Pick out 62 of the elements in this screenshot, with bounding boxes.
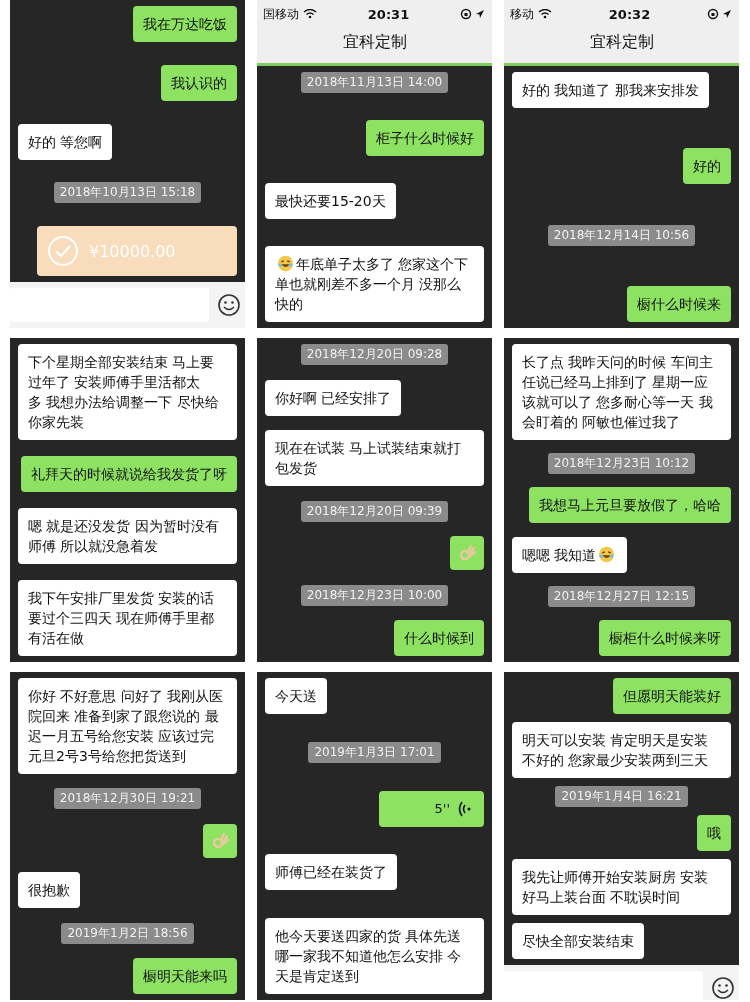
status-time: 20:32 <box>608 6 651 22</box>
message-text: 我认识的 <box>171 74 227 91</box>
timestamp: 2018年12月20日 09:39 <box>300 500 449 522</box>
message-text: 我下午安排厂里发货 安装的话要过个三四天 现在师傅手里都有活在做 <box>28 590 215 646</box>
message-text: 你好 不好意思 问好了 我刚从医院回来 准备到家了跟您说的 最迟一月五号给您安装 应该过完元旦2号3号给您把货送到 <box>28 688 224 764</box>
ok-hand-icon <box>457 543 477 563</box>
timestamp: 2018年12月27日 12:15 <box>547 585 696 607</box>
message-text: 嗯 就是还没发货 因为暂时没有师傅 所以就没急着发 <box>28 518 219 554</box>
timestamp: 2018年10月13日 15:18 <box>53 182 202 204</box>
smiley-icon[interactable] <box>217 293 241 317</box>
timestamp: 2019年1月2日 18:56 <box>61 922 194 944</box>
voice-duration: 5'' <box>434 801 450 816</box>
timestamp: 2018年11月13日 14:00 <box>300 72 449 93</box>
message-text: 现在在试装 马上试装结束就打包发货 <box>275 440 462 476</box>
message-text: 我想马上元旦要放假了，哈哈 <box>539 497 721 514</box>
timestamp: 2019年1月4日 16:21 <box>555 786 688 807</box>
timestamp: 2018年12月30日 19:21 <box>53 788 202 810</box>
message-text: 橱明天能来吗 <box>143 967 227 984</box>
wifi-icon <box>538 9 552 19</box>
message-text: 但愿明天能装好 <box>623 688 721 704</box>
message-text: 他今天要送四家的货 具体先送哪一家我不知道他怎么安排 今天是肯定送到 <box>275 928 462 984</box>
transfer-amount: ¥10000.00 <box>89 241 176 261</box>
status-icons-drawing <box>707 8 733 20</box>
smiley-icon[interactable] <box>711 976 735 1000</box>
message-text: 哦 <box>707 825 721 841</box>
message-text: 我先让师傅开始安装厨房 安装好马上装台面 不耽误时间 <box>522 869 709 905</box>
carrier-name: 国移动 <box>263 5 299 23</box>
status-time: 20:31 <box>367 6 410 22</box>
message-text: 尽快全部安装结束 <box>522 933 634 949</box>
carrier-name: 移动 <box>510 5 534 23</box>
timestamp: 2018年12月14日 10:56 <box>547 224 696 246</box>
status-icons-drawing <box>460 8 486 20</box>
message-text: 好的 <box>693 158 721 175</box>
message-text: 嗯嗯 我知道 <box>522 546 597 563</box>
message-text: 橱柜什么时候来呀 <box>609 629 721 646</box>
message-text: 师傅已经在装货了 <box>275 864 387 881</box>
wifi-icon <box>303 9 317 19</box>
check-circle-icon <box>47 235 79 267</box>
message-text: 什么时候到 <box>404 630 474 646</box>
timestamp: 2019年1月3日 17:01 <box>308 741 441 763</box>
message-text: 很抱歉 <box>28 882 70 899</box>
message-text: 年底单子太多了 您家这个下单也就刚差不多一个月 没那么快的 <box>275 256 469 312</box>
sound-wave-icon <box>458 800 472 817</box>
message-text: 好的 我知道了 那我来安排发 <box>522 82 699 98</box>
message-text: 长了点 我昨天问的时候 车间主任说已经马上排到了 星期一应该就可以了 您多耐心等一天 我会盯着的 阿敏也催过我了 <box>522 354 713 430</box>
message-text: 礼拜天的时候就说给我发货了呀 <box>31 466 227 482</box>
message-text: 我在万达吃饭 <box>143 16 227 32</box>
message-text: 柜子什么时候好 <box>376 130 474 146</box>
message-text: 好的 等您啊 <box>28 133 103 150</box>
timestamp: 2018年12月20日 09:28 <box>300 344 449 365</box>
message-text: 橱什么时候来 <box>637 296 721 312</box>
chat-title: 宜科定制 <box>504 24 739 66</box>
voice-message[interactable]: 5'' <box>379 790 484 827</box>
message-text: 明天可以安装 肯定明天是安装不好的 您家最少安装两到三天 <box>522 732 709 768</box>
timestamp: 2018年12月23日 10:12 <box>547 453 696 475</box>
message-text: 最快还要15-20天 <box>275 193 386 209</box>
chat-title: 宜科定制 <box>257 24 492 66</box>
message-text: 今天送 <box>275 688 317 704</box>
timestamp: 2018年12月23日 10:00 <box>300 584 449 606</box>
message-text: 你好啊 已经安排了 <box>275 389 392 406</box>
ok-hand-icon <box>210 830 230 851</box>
message-text: 下个星期全部安装结束 马上要过年了 安装师傅手里活都太多 我想办法给调整一下 尽快给你家先装 <box>28 354 219 430</box>
